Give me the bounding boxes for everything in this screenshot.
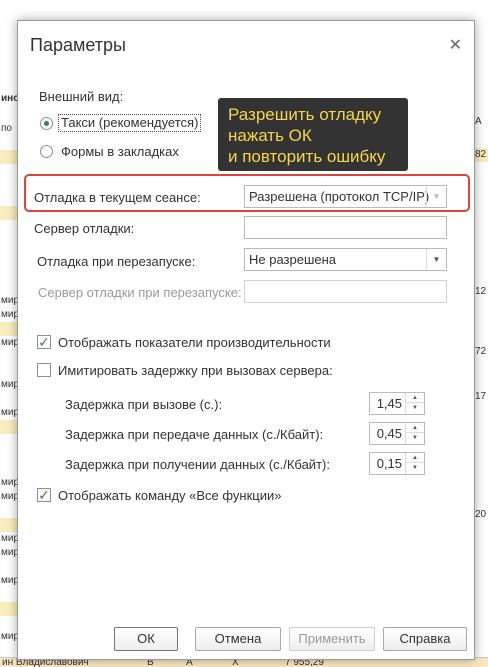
bg-row-cell bbox=[0, 602, 17, 616]
delay-call-spinner[interactable]: ▲ ▼ bbox=[405, 393, 424, 414]
checkmark-icon: ✓ bbox=[38, 334, 50, 350]
delay-send-input[interactable]: 0,45 ▲ ▼ bbox=[369, 422, 425, 445]
checkmark-icon: ✓ bbox=[38, 487, 50, 503]
tooltip-line: нажать ОК bbox=[228, 126, 312, 145]
bg-row-label: мир bbox=[1, 477, 17, 488]
apply-button[interactable]: Применить bbox=[289, 627, 375, 651]
radio-tabs-label[interactable]: Формы в закладках bbox=[61, 144, 179, 159]
delay-call-value: 1,45 bbox=[376, 396, 402, 411]
delay-send-value: 0,45 bbox=[376, 426, 402, 441]
radio-taxi[interactable] bbox=[40, 117, 53, 130]
help-button[interactable]: Справка bbox=[383, 627, 467, 651]
debug-current-label: Отладка в текущем сеансе: bbox=[34, 190, 201, 205]
spin-up-icon[interactable]: ▲ bbox=[406, 423, 424, 433]
debug-current-select[interactable]: Разрешена (протокол TCP/IP) ▼ bbox=[244, 185, 447, 208]
bg-row-label: мир bbox=[1, 547, 17, 558]
delay-call-input[interactable]: 1,45 ▲ ▼ bbox=[369, 392, 425, 415]
bg-row-cell bbox=[0, 322, 17, 336]
bg-row-label: мир bbox=[1, 337, 17, 348]
bg-right-cell: 20 bbox=[475, 509, 487, 520]
debug-restart-label: Отладка при перезапуске: bbox=[37, 254, 196, 269]
bg-row-label: мир bbox=[1, 379, 17, 390]
delay-recv-input[interactable]: 0,15 ▲ ▼ bbox=[369, 452, 425, 475]
bg-row-label: ино bbox=[1, 93, 17, 104]
tooltip-line: и повторить ошибку bbox=[228, 147, 386, 166]
annotation-tooltip: Разрешить отладку нажать ОК и повторить … bbox=[218, 98, 408, 171]
bg-row-cell bbox=[0, 206, 17, 220]
bg-row-cell bbox=[0, 420, 17, 434]
bg-row-label: мир bbox=[1, 295, 17, 306]
spin-down-icon[interactable]: ▼ bbox=[406, 433, 424, 443]
radio-tabs[interactable] bbox=[40, 145, 53, 158]
show-all-funcs-label[interactable]: Отображать команду «Все функции» bbox=[58, 488, 282, 503]
delay-recv-label: Задержка при получении данных (с./Кбайт)… bbox=[65, 457, 330, 472]
debug-current-value: Разрешена (протокол TCP/IP) bbox=[249, 189, 430, 204]
debug-server-input[interactable] bbox=[244, 216, 447, 239]
show-perf-checkbox[interactable]: ✓ bbox=[37, 335, 51, 349]
bg-right-cell: 82 bbox=[474, 148, 488, 162]
spin-up-icon[interactable]: ▲ bbox=[406, 453, 424, 463]
spin-down-icon[interactable]: ▼ bbox=[406, 463, 424, 473]
appearance-label: Внешний вид: bbox=[39, 89, 124, 104]
debug-restart-server-label: Сервер отладки при перезапуске: bbox=[38, 285, 242, 300]
bg-row-label: мир bbox=[1, 575, 17, 586]
spin-up-icon[interactable]: ▲ bbox=[406, 393, 424, 403]
bg-right-cell: 72 bbox=[475, 346, 487, 357]
debug-restart-value: Не разрешена bbox=[249, 252, 337, 267]
close-icon[interactable]: ✕ bbox=[449, 35, 462, 55]
bg-right-cell: A bbox=[475, 116, 482, 127]
radio-taxi-label[interactable]: Такси (рекомендуется) bbox=[58, 114, 202, 132]
bg-row-label: мир bbox=[1, 491, 17, 502]
spin-down-icon[interactable]: ▼ bbox=[406, 403, 424, 413]
bg-right-cell: 12 bbox=[475, 286, 487, 297]
delay-recv-spinner[interactable]: ▲ ▼ bbox=[405, 453, 424, 474]
simulate-delay-label[interactable]: Имитировать задержку при вызовах сервера… bbox=[58, 363, 333, 378]
delay-call-label: Задержка при вызове (с.): bbox=[65, 397, 223, 412]
delay-send-label: Задержка при передаче данных (с./Кбайт): bbox=[65, 427, 324, 442]
bg-row-label: мир bbox=[1, 407, 17, 418]
dialog-title: Параметры bbox=[30, 35, 126, 55]
bg-row-label: мир bbox=[1, 631, 17, 642]
cancel-button[interactable]: Отмена bbox=[195, 627, 281, 651]
tooltip-line: Разрешить отладку bbox=[228, 105, 382, 124]
chevron-down-icon[interactable]: ▼ bbox=[426, 186, 446, 207]
bg-row-label: по bbox=[1, 123, 12, 134]
chevron-down-icon[interactable]: ▼ bbox=[426, 249, 446, 270]
debug-restart-select[interactable]: Не разрешена ▼ bbox=[244, 248, 447, 271]
delay-recv-value: 0,15 bbox=[376, 456, 402, 471]
bg-right-cell: 17 bbox=[475, 391, 487, 402]
bg-row-cell bbox=[0, 518, 17, 532]
parameters-dialog: Параметры ✕ Внешний вид: Такси (рекоменд… bbox=[17, 20, 475, 660]
debug-restart-server-input[interactable] bbox=[244, 280, 447, 303]
ok-button[interactable]: ОК bbox=[114, 627, 178, 651]
delay-send-spinner[interactable]: ▲ ▼ bbox=[405, 423, 424, 444]
bg-row-cell bbox=[0, 150, 17, 164]
show-all-funcs-checkbox[interactable]: ✓ bbox=[37, 488, 51, 502]
bg-row-label: мир bbox=[1, 533, 17, 544]
bg-row-label: мир bbox=[1, 309, 17, 320]
simulate-delay-checkbox[interactable] bbox=[37, 363, 51, 377]
debug-server-label: Сервер отладки: bbox=[34, 221, 135, 236]
show-perf-label[interactable]: Отображать показатели производительности bbox=[58, 335, 331, 350]
